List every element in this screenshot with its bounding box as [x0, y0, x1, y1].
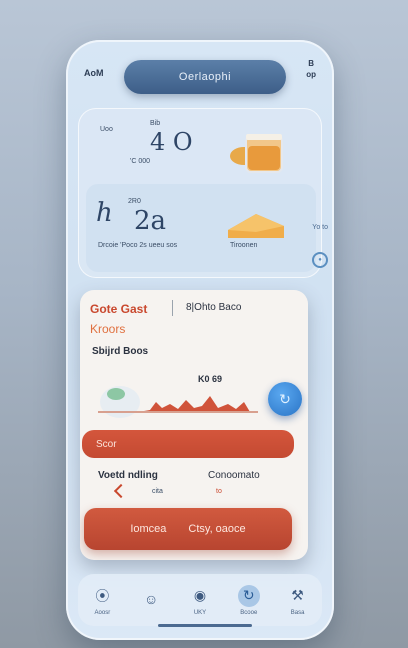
- stat-right-small: to: [216, 488, 222, 495]
- status-left-text: AoM: [84, 68, 104, 78]
- status-right-bottom: op: [306, 70, 316, 79]
- side-label: Yo to: [312, 224, 328, 231]
- tab-home-label: Aoosr: [94, 609, 111, 616]
- primary-action-left-label: Iomcea: [130, 523, 167, 535]
- primary-action-right-label: Ctsy, oaoce: [188, 523, 246, 535]
- stats-label: 2R0: [128, 198, 141, 205]
- section-label: Sbijrd Boos: [92, 346, 149, 357]
- weather-value: 4 O: [150, 128, 193, 156]
- card-title-left: Gote Gast: [90, 302, 148, 316]
- weather-card[interactable]: Uoo Bib 4 O 'C 000: [86, 114, 316, 178]
- stat-left-label: Voetd ndling: [98, 470, 158, 481]
- stat-left-small: cita: [152, 488, 163, 495]
- score-bar[interactable]: Scor: [82, 430, 294, 458]
- summary-panel: Uoo Bib 4 O 'C 000 2R0 ℎ 2a Drcoie 'Poco…: [78, 108, 322, 278]
- weather-note: 'C 000: [130, 158, 151, 165]
- page-title: Oerlaophi: [178, 71, 232, 83]
- title-divider: [172, 300, 173, 316]
- globe-icon: ◉: [193, 587, 207, 603]
- score-bar-label: Scor: [96, 438, 117, 450]
- tab-fitness-label: Basa: [290, 609, 305, 616]
- person-icon: ☺: [144, 590, 159, 607]
- home-icon: ⦿: [95, 587, 110, 604]
- tab-active-label: Bcooe: [240, 609, 258, 616]
- home-indicator[interactable]: [158, 624, 252, 627]
- bottom-tab-bar: ⦿ Aoosr ☺ ◉ UKY ↻ Bcooe ⚒ Basa: [78, 574, 322, 626]
- card-subtitle: Kroors: [90, 322, 126, 336]
- drink-glass-icon: [230, 134, 283, 173]
- card-title-right: 8|Ohto Baco: [186, 302, 242, 313]
- info-icon[interactable]: ●: [312, 252, 328, 268]
- stat-right-label: Conoomato: [208, 470, 260, 481]
- status-right-text: B op: [306, 58, 316, 80]
- chevron-icon: [113, 483, 129, 499]
- header-title-pill[interactable]: Oerlaophi: [124, 60, 286, 94]
- refresh-button[interactable]: ↻: [268, 382, 302, 416]
- activity-card: Gote Gast 8|Ohto Baco Kroors Sbijrd Boos…: [80, 290, 308, 560]
- refresh-icon: ↻: [279, 390, 291, 407]
- stats-caption: Drcoie 'Poco 2s ueeu sos: [98, 242, 178, 249]
- stats-side-label: Tiroonen: [230, 242, 258, 249]
- refresh-tab-icon: ↻: [237, 584, 260, 607]
- stats-card[interactable]: 2R0 ℎ 2a Drcoie 'Poco 2s ueeu sos Tiroon…: [86, 184, 316, 272]
- weather-label-a: Uoo: [100, 126, 113, 133]
- cheese-icon: [228, 214, 284, 238]
- tab-home[interactable]: ⦿ Aoosr: [84, 585, 120, 616]
- figure-icon: ⚒: [291, 587, 304, 603]
- stats-value: 2a: [134, 206, 167, 236]
- phone-frame: AoM B op Oerlaophi Uoo Bib 4 O 'C 000 2R…: [66, 40, 334, 640]
- status-right-top: B: [308, 59, 314, 68]
- tab-profile[interactable]: ☺: [133, 588, 169, 613]
- activity-wave-graphic: [98, 386, 258, 418]
- tab-explore[interactable]: ◉ UKY: [182, 585, 218, 616]
- tab-fitness[interactable]: ⚒ Basa: [280, 585, 316, 616]
- weather-label-b: Bib: [150, 120, 161, 127]
- tab-explore-label: UKY: [193, 609, 207, 616]
- kettlebell-icon: ℎ: [96, 198, 113, 228]
- primary-action-button[interactable]: Iomcea Ctsy, oaoce: [84, 508, 292, 550]
- tab-active[interactable]: ↻ Bcooe: [231, 584, 267, 616]
